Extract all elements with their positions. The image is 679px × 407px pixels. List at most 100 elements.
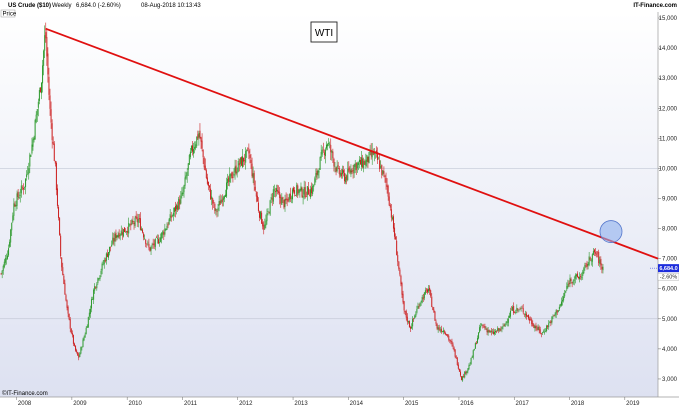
- candle-body: [575, 274, 577, 277]
- candle-body: [385, 177, 387, 183]
- candle-body: [220, 199, 222, 204]
- candle-body: [213, 202, 215, 203]
- candle-body: [196, 136, 198, 147]
- candle-body: [216, 210, 218, 212]
- candle-body: [138, 218, 140, 220]
- candle-body: [294, 190, 296, 194]
- candle-body: [47, 53, 49, 75]
- candle-body: [166, 225, 168, 230]
- candle-body: [301, 187, 303, 197]
- candle-body: [484, 326, 486, 329]
- highlight-circle: [599, 220, 623, 243]
- candle-body: [391, 217, 393, 220]
- candle-body: [163, 232, 165, 235]
- candle-body: [63, 275, 65, 284]
- candle-body: [514, 312, 516, 313]
- candle-body: [317, 170, 319, 176]
- candle-body: [143, 233, 145, 238]
- candle-body: [248, 150, 250, 154]
- candle-body: [530, 319, 532, 321]
- candle-body: [102, 264, 104, 265]
- candle-body: [320, 152, 322, 158]
- candle-body: [389, 204, 391, 208]
- candle-body: [82, 339, 84, 348]
- candle-body: [550, 321, 552, 323]
- candle-body: [425, 289, 427, 291]
- candle-body: [565, 290, 567, 293]
- candle-body: [27, 172, 29, 174]
- candle-body: [590, 260, 592, 262]
- candle-body: [147, 242, 149, 244]
- candle-body: [583, 268, 585, 274]
- candle-body: [202, 149, 204, 158]
- candle-body: [99, 275, 101, 280]
- candle-body: [573, 279, 575, 281]
- candle-body: [515, 312, 517, 313]
- candle-body: [506, 321, 508, 323]
- candle-body: [315, 173, 317, 178]
- candle-body: [480, 325, 482, 328]
- candle-body: [106, 253, 108, 257]
- candle-body: [55, 162, 57, 191]
- candle-body: [356, 163, 358, 169]
- candle-body: [519, 308, 521, 310]
- instrument-label: US Crude ($10): [8, 3, 51, 9]
- plot-area: [0, 12, 658, 397]
- candle-body: [423, 292, 425, 299]
- candle-body: [536, 328, 538, 330]
- candle-body: [495, 330, 497, 333]
- candle-body: [551, 316, 553, 323]
- candle-body: [509, 310, 511, 317]
- candle-body: [173, 207, 175, 212]
- candle-body: [155, 237, 157, 238]
- candle-body: [239, 157, 241, 164]
- candle-body: [214, 203, 216, 212]
- candle-body: [148, 243, 150, 248]
- candle-body: [153, 243, 155, 246]
- candle-body: [450, 341, 452, 342]
- candle-body: [87, 316, 89, 327]
- candle-body: [69, 319, 71, 329]
- candle-body: [473, 349, 475, 351]
- candle-body: [50, 109, 52, 123]
- candle-body: [257, 202, 259, 211]
- candle-body: [151, 244, 153, 246]
- candle-body: [394, 227, 396, 237]
- quote-label: 6,684.0 (-2.60%): [76, 3, 121, 9]
- candle-body: [89, 309, 91, 314]
- candle-body: [332, 151, 334, 159]
- candle-body: [38, 90, 40, 101]
- candle-body: [218, 201, 220, 207]
- candle-body: [277, 190, 279, 192]
- candle-body: [29, 154, 31, 167]
- candle-body: [387, 185, 389, 197]
- candle-body: [402, 293, 404, 303]
- candle-body: [366, 154, 368, 162]
- candle-body: [378, 158, 380, 160]
- candle-body: [136, 217, 138, 222]
- candle-body: [558, 306, 560, 310]
- candle-body: [380, 166, 382, 168]
- candle-body: [600, 258, 602, 266]
- candle-body: [587, 263, 589, 266]
- candle-body: [543, 331, 545, 333]
- y-tick-label: 10,000: [659, 166, 678, 172]
- candle-body: [345, 177, 347, 183]
- candle-body: [357, 162, 359, 165]
- candle-body: [162, 231, 164, 235]
- candle-body: [511, 309, 513, 311]
- candle-body: [267, 211, 269, 213]
- candle-body: [165, 228, 167, 230]
- candle-body: [197, 134, 199, 139]
- candle-body: [569, 277, 571, 284]
- candle-body: [9, 241, 11, 247]
- candle-body: [237, 160, 239, 172]
- candle-body: [59, 217, 61, 235]
- candle-body: [472, 350, 474, 358]
- candle-body: [433, 309, 435, 313]
- candle-body: [563, 296, 565, 301]
- candle-body: [589, 257, 591, 260]
- candle-body: [109, 246, 111, 253]
- candle-body: [507, 318, 509, 323]
- candle-body: [212, 198, 214, 204]
